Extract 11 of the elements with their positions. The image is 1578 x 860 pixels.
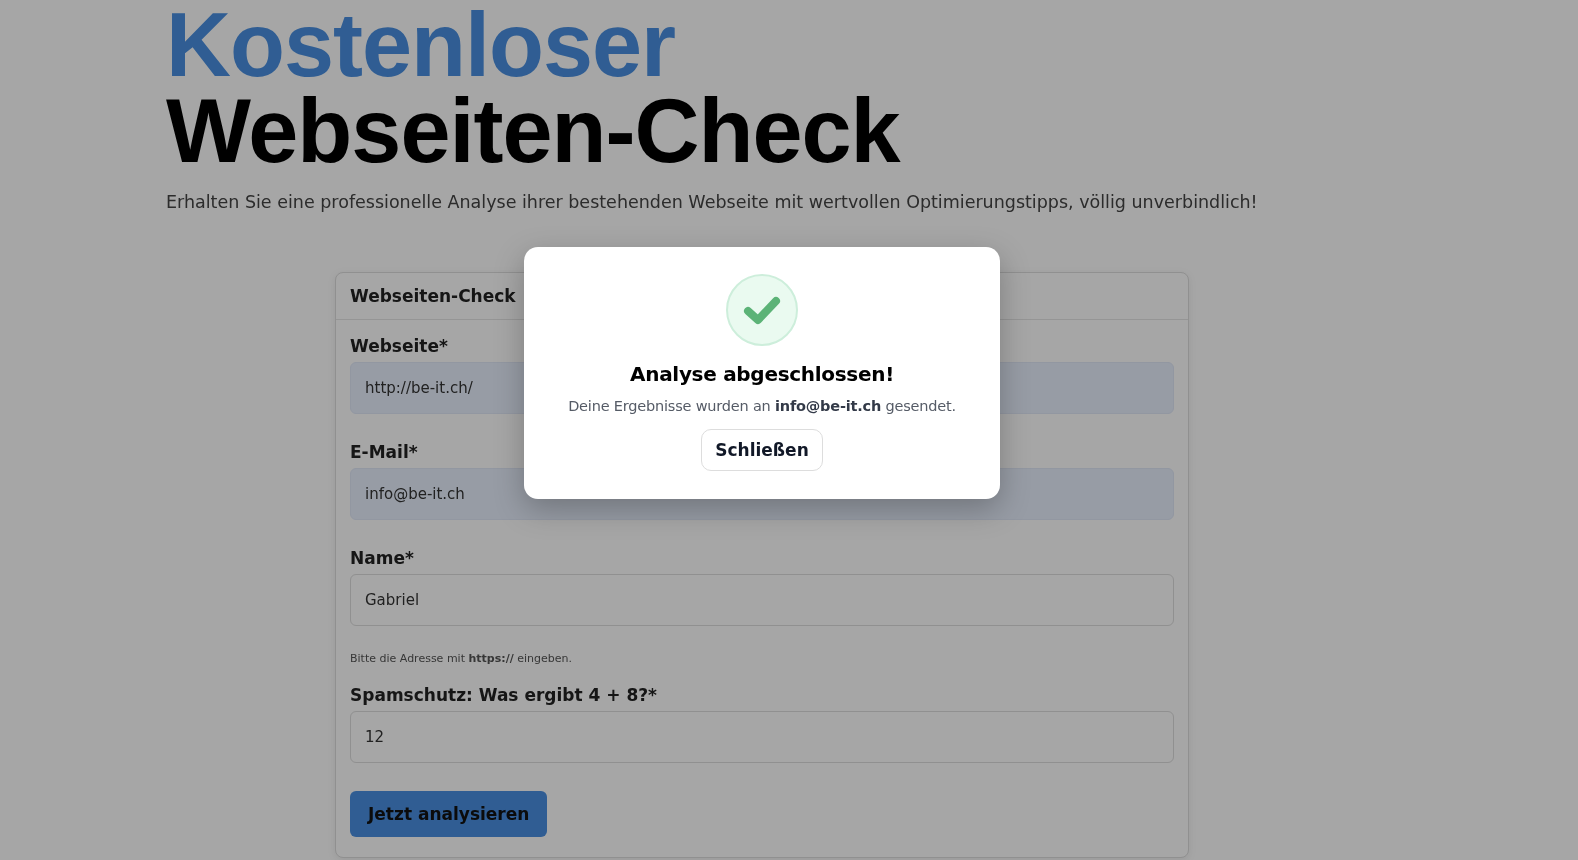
form-title: Webseiten-Check (350, 286, 516, 306)
field-label: Webseite* (350, 336, 448, 356)
hero-title: Webseiten-Check (166, 88, 902, 174)
dialog-title: Analyse abgeschlossen! (630, 362, 894, 386)
field-label: E-Mail* (350, 442, 418, 462)
hint-text: Bitte die Adresse mit https:// eingeben. (350, 652, 572, 665)
dialog-message: Deine Ergebnisse wurden an info@be-it.ch gesendet. (568, 398, 956, 414)
field-label: Name* (350, 548, 414, 568)
field-label: Spamschutz: Was ergibt 4 + 8?* (350, 685, 657, 705)
hero-subtitle: Erhalten Sie eine professionelle Analyse ihrer bestehenden Webseite mit wertvollen Optimierungstipps, völlig unverbindlich! (166, 192, 1259, 212)
hero-title: Kostenloser (166, 2, 677, 88)
